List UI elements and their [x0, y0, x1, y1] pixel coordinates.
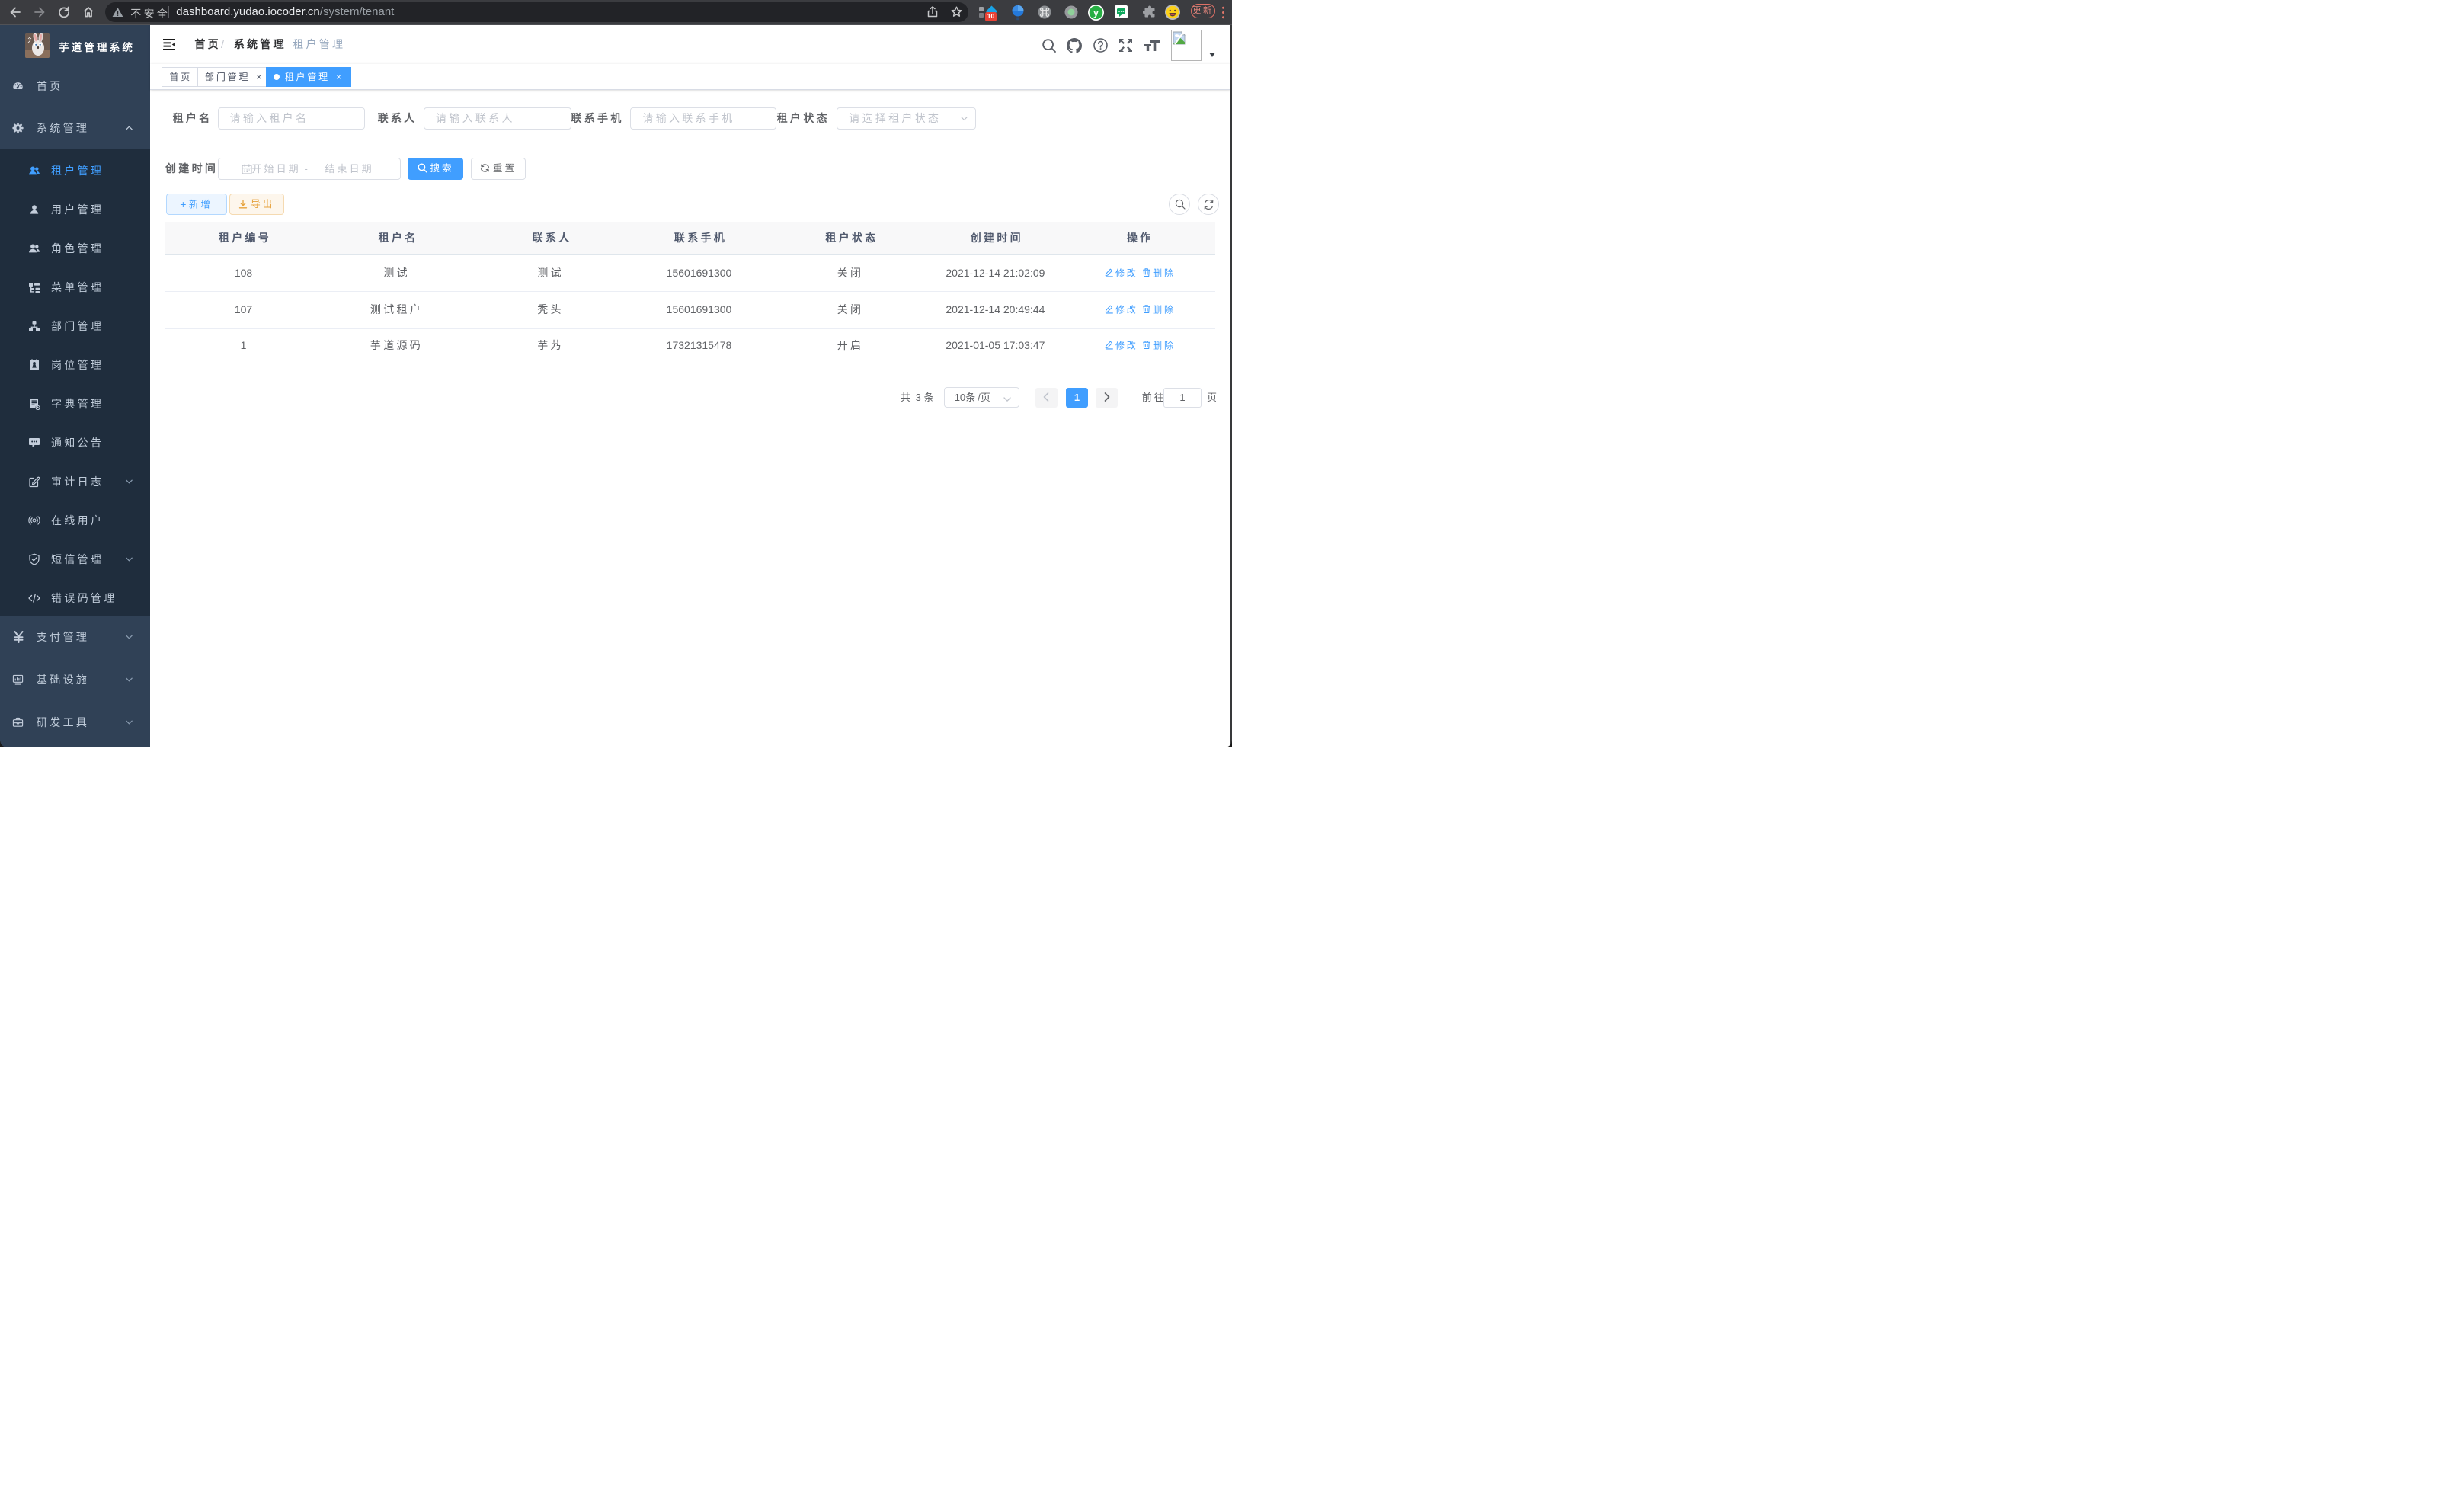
svg-text:y: y: [1093, 8, 1099, 18]
